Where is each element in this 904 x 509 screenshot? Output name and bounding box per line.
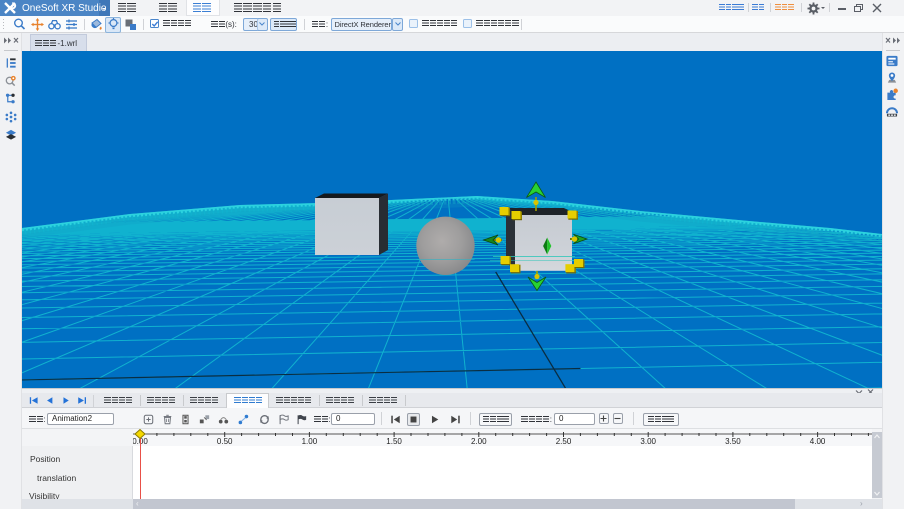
svg-text:3.50: 3.50 [725, 437, 741, 446]
svg-text:0.50: 0.50 [217, 437, 233, 446]
svg-text:4.00: 4.00 [810, 437, 826, 446]
svg-text:3.00: 3.00 [640, 437, 656, 446]
svg-text:1.00: 1.00 [302, 437, 318, 446]
svg-text:2.50: 2.50 [556, 437, 572, 446]
svg-text:1.50: 1.50 [386, 437, 402, 446]
svg-text:2.00: 2.00 [471, 437, 487, 446]
